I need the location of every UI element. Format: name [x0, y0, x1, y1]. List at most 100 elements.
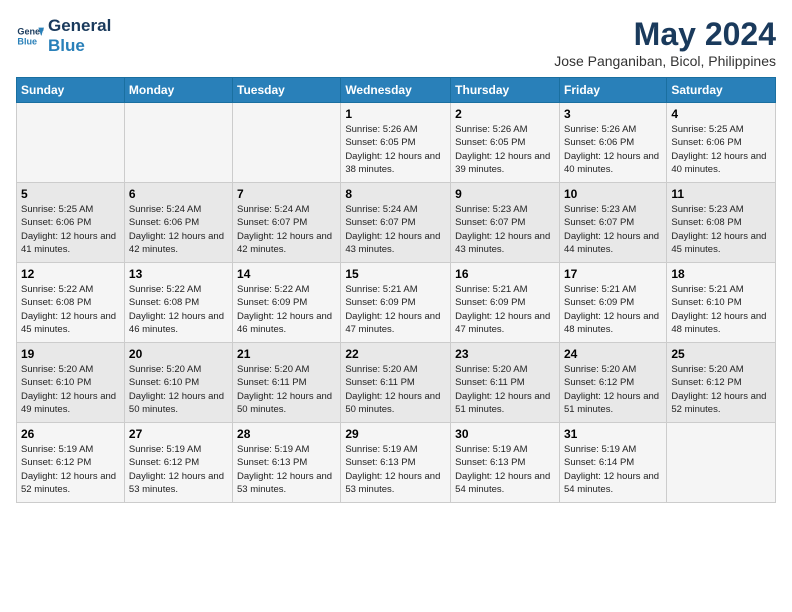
day-number: 14: [237, 267, 336, 281]
calendar-cell: 16Sunrise: 5:21 AMSunset: 6:09 PMDayligh…: [451, 263, 560, 343]
day-number: 22: [345, 347, 446, 361]
day-info: Sunrise: 5:19 AMSunset: 6:12 PMDaylight:…: [129, 443, 228, 496]
calendar-cell: 30 Sunrise: 5:19 AMSunset: 6:13 PMDayligh…: [451, 423, 560, 503]
day-number: 19: [21, 347, 120, 361]
day-info: Sunrise: 5:26 AMSunset: 6:05 PMDaylight:…: [455, 123, 555, 176]
day-info: Sunrise: 5:19 AMSunset: 6:13 PMDaylight:…: [455, 443, 555, 496]
page-header: General Blue General Blue May 2024 Jose …: [16, 16, 776, 69]
header-row: SundayMondayTuesdayWednesdayThursdayFrid…: [17, 78, 776, 103]
calendar-cell: 31Sunrise: 5:19 AMSunset: 6:14 PMDayligh…: [559, 423, 666, 503]
calendar-cell: 13Sunrise: 5:22 AMSunset: 6:08 PMDayligh…: [124, 263, 232, 343]
day-info: Sunrise: 5:20 AMSunset: 6:12 PMDaylight:…: [671, 363, 771, 416]
calendar-cell: 15Sunrise: 5:21 AMSunset: 6:09 PMDayligh…: [341, 263, 451, 343]
day-number: 9: [455, 187, 555, 201]
calendar-cell: 26Sunrise: 5:19 AMSunset: 6:12 PMDayligh…: [17, 423, 125, 503]
calendar-cell: 22 Sunrise: 5:20 AMSunset: 6:11 PMDayligh…: [341, 343, 451, 423]
calendar-cell: [124, 103, 232, 183]
calendar-cell: 18 Sunrise: 5:21 AMSunset: 6:10 PMDayligh…: [667, 263, 776, 343]
calendar-cell: 19Sunrise: 5:20 AMSunset: 6:10 PMDayligh…: [17, 343, 125, 423]
title-block: May 2024 Jose Panganiban, Bicol, Philipp…: [554, 16, 776, 69]
day-number: 15: [345, 267, 446, 281]
day-header-monday: Monday: [124, 78, 232, 103]
day-info: Sunrise: 5:22 AMSunset: 6:09 PMDaylight:…: [237, 283, 336, 336]
calendar-table: SundayMondayTuesdayWednesdayThursdayFrid…: [16, 77, 776, 503]
svg-text:Blue: Blue: [17, 36, 37, 46]
calendar-cell: [667, 423, 776, 503]
day-info: Sunrise: 5:22 AMSunset: 6:08 PMDaylight:…: [21, 283, 120, 336]
calendar-week-5: 26Sunrise: 5:19 AMSunset: 6:12 PMDayligh…: [17, 423, 776, 503]
day-header-sunday: Sunday: [17, 78, 125, 103]
logo-icon: General Blue: [16, 22, 44, 50]
day-number: 7: [237, 187, 336, 201]
calendar-week-2: 5 Sunrise: 5:25 AMSunset: 6:06 PMDaylight…: [17, 183, 776, 263]
day-number: 25: [671, 347, 771, 361]
day-number: 27: [129, 427, 228, 441]
calendar-cell: 12 Sunrise: 5:22 AMSunset: 6:08 PMDayligh…: [17, 263, 125, 343]
day-info: Sunrise: 5:20 AMSunset: 6:10 PMDaylight:…: [129, 363, 228, 416]
calendar-cell: 8 Sunrise: 5:24 AMSunset: 6:07 PMDaylight…: [341, 183, 451, 263]
day-info: Sunrise: 5:20 AMSunset: 6:12 PMDaylight:…: [564, 363, 662, 416]
day-info: Sunrise: 5:26 AMSunset: 6:06 PMDaylight:…: [564, 123, 662, 176]
day-info: Sunrise: 5:23 AMSunset: 6:08 PMDaylight:…: [671, 203, 771, 256]
day-info: Sunrise: 5:20 AMSunset: 6:11 PMDaylight:…: [237, 363, 336, 416]
day-info: Sunrise: 5:20 AMSunset: 6:11 PMDaylight:…: [345, 363, 446, 416]
calendar-cell: 24 Sunrise: 5:20 AMSunset: 6:12 PMDayligh…: [559, 343, 666, 423]
day-info: Sunrise: 5:19 AMSunset: 6:14 PMDaylight:…: [564, 443, 662, 496]
day-number: 12: [21, 267, 120, 281]
day-info: Sunrise: 5:19 AMSunset: 6:12 PMDaylight:…: [21, 443, 120, 496]
day-info: Sunrise: 5:24 AMSunset: 6:06 PMDaylight:…: [129, 203, 228, 256]
calendar-cell: 20Sunrise: 5:20 AMSunset: 6:10 PMDayligh…: [124, 343, 232, 423]
day-info: Sunrise: 5:19 AMSunset: 6:13 PMDaylight:…: [237, 443, 336, 496]
day-info: Sunrise: 5:25 AMSunset: 6:06 PMDaylight:…: [21, 203, 120, 256]
logo-blue: Blue: [48, 36, 111, 56]
calendar-cell: 10 Sunrise: 5:23 AMSunset: 6:07 PMDayligh…: [559, 183, 666, 263]
day-number: 3: [564, 107, 662, 121]
day-info: Sunrise: 5:24 AMSunset: 6:07 PMDaylight:…: [345, 203, 446, 256]
day-number: 5: [21, 187, 120, 201]
calendar-cell: 11 Sunrise: 5:23 AMSunset: 6:08 PMDayligh…: [667, 183, 776, 263]
calendar-cell: 9Sunrise: 5:23 AMSunset: 6:07 PMDaylight…: [451, 183, 560, 263]
calendar-cell: 4Sunrise: 5:25 AMSunset: 6:06 PMDaylight…: [667, 103, 776, 183]
location: Jose Panganiban, Bicol, Philippines: [554, 53, 776, 69]
day-header-wednesday: Wednesday: [341, 78, 451, 103]
calendar-week-3: 12 Sunrise: 5:22 AMSunset: 6:08 PMDayligh…: [17, 263, 776, 343]
calendar-cell: 23 Sunrise: 5:20 AMSunset: 6:11 PMDayligh…: [451, 343, 560, 423]
day-info: Sunrise: 5:21 AMSunset: 6:09 PMDaylight:…: [564, 283, 662, 336]
calendar-cell: 25 Sunrise: 5:20 AMSunset: 6:12 PMDayligh…: [667, 343, 776, 423]
calendar-cell: 7 Sunrise: 5:24 AMSunset: 6:07 PMDaylight…: [233, 183, 341, 263]
month-title: May 2024: [554, 16, 776, 53]
logo: General Blue General Blue: [16, 16, 111, 56]
day-number: 8: [345, 187, 446, 201]
day-header-tuesday: Tuesday: [233, 78, 341, 103]
day-info: Sunrise: 5:23 AMSunset: 6:07 PMDaylight:…: [564, 203, 662, 256]
calendar-cell: [17, 103, 125, 183]
calendar-cell: 21 Sunrise: 5:20 AMSunset: 6:11 PMDayligh…: [233, 343, 341, 423]
day-number: 29: [345, 427, 446, 441]
day-header-thursday: Thursday: [451, 78, 560, 103]
calendar-cell: 6 Sunrise: 5:24 AMSunset: 6:06 PMDaylight…: [124, 183, 232, 263]
day-number: 28: [237, 427, 336, 441]
day-number: 2: [455, 107, 555, 121]
calendar-week-4: 19 Sunrise: 5:20 AMSunset: 6:10 PMDayligh…: [17, 343, 776, 423]
day-info: Sunrise: 5:21 AMSunset: 6:10 PMDaylight:…: [671, 283, 771, 336]
day-number: 21: [237, 347, 336, 361]
day-number: 23: [455, 347, 555, 361]
calendar-cell: 1Sunrise: 5:26 AMSunset: 6:05 PMDaylight…: [341, 103, 451, 183]
day-number: 18: [671, 267, 771, 281]
calendar-cell: 27 Sunrise: 5:19 AMSunset: 6:12 PMDayligh…: [124, 423, 232, 503]
day-info: Sunrise: 5:20 AMSunset: 6:11 PMDaylight:…: [455, 363, 555, 416]
day-number: 30: [455, 427, 555, 441]
day-number: 1: [345, 107, 446, 121]
day-header-saturday: Saturday: [667, 78, 776, 103]
calendar-cell: 3 Sunrise: 5:26 AMSunset: 6:06 PMDaylight…: [559, 103, 666, 183]
day-number: 24: [564, 347, 662, 361]
logo-general: General: [48, 16, 111, 36]
day-number: 16: [455, 267, 555, 281]
day-number: 11: [671, 187, 771, 201]
calendar-week-1: 1 Sunrise: 5:26 AMSunset: 6:05 PMDaylight…: [17, 103, 776, 183]
calendar-cell: 14 Sunrise: 5:22 AMSunset: 6:09 PMDayligh…: [233, 263, 341, 343]
day-info: Sunrise: 5:24 AMSunset: 6:07 PMDaylight:…: [237, 203, 336, 256]
day-number: 6: [129, 187, 228, 201]
day-header-friday: Friday: [559, 78, 666, 103]
day-number: 10: [564, 187, 662, 201]
